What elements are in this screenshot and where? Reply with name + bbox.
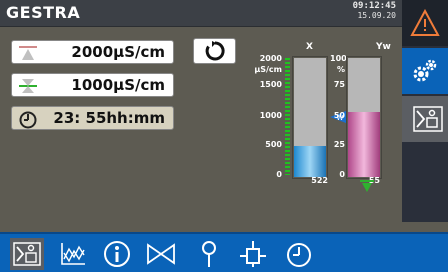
gauge-x-unit: µS/cm [254,65,282,74]
max-limit-icon [19,46,37,60]
valve-button[interactable] [144,238,178,270]
trend-icon [61,243,85,265]
timer-icon [19,111,37,129]
gauge-x-tick: 500 [265,140,282,149]
valve-indicator-icon [360,180,374,192]
operation-menu-button[interactable] [402,96,448,142]
settings-button[interactable] [402,48,448,94]
clock: 09:12:45 15.09.20 [352,1,396,21]
clock-time: 09:12:45 [352,1,396,11]
reset-button[interactable] [193,38,236,64]
gauge-y-fill [348,112,380,177]
operation-icon [13,242,41,266]
sensor-button[interactable] [236,238,270,270]
timer-button[interactable] [282,238,316,270]
info-button[interactable] [100,238,134,270]
gauge-x-title: X [306,42,313,52]
operation-button[interactable] [10,238,44,270]
bottom-toolbar [0,232,448,272]
gauge-y-tick: 50 [333,111,345,120]
gauge-y-tick: 0 [339,170,345,179]
trend-button[interactable] [56,238,90,270]
warning-triangle-icon [410,9,440,36]
right-panel [402,0,448,222]
sensor-icon [240,241,266,267]
interval-value: 23: 55hh:mm [53,109,165,127]
brand-logo: GESTRA [6,3,81,22]
clock-date: 15.09.20 [357,11,396,20]
info-icon [104,241,130,267]
probe-button[interactable] [192,238,226,270]
gauge-y-tick: 75 [333,80,345,89]
gauge-y-unit: % [336,65,345,74]
max-limit-field[interactable]: 2000µS/cm [11,40,174,64]
alarm-button[interactable] [402,0,448,46]
operation-menu-icon [413,106,443,132]
gauge-x-fill [294,146,326,177]
gauge-x-tick: 1500 [259,80,282,89]
min-limit-field[interactable]: 1000µS/cm [11,73,174,97]
gauge-y-title: Yw [376,42,391,52]
gauge-y-tick: 25 [333,140,345,149]
gauge-x-value: 522 [311,176,328,185]
screen: GESTRA 09:12:45 15.09.20 2000µS/cm 1000µ… [0,0,448,272]
reset-icon [205,41,225,61]
min-limit-icon [19,79,37,93]
gauge-x-tick: 1000 [259,111,282,120]
max-limit-value: 2000µS/cm [71,43,165,61]
min-limit-value: 1000µS/cm [71,76,165,94]
settings-gears-icon [413,59,437,82]
gauge-x-scale [285,58,290,175]
timer-icon [287,243,311,267]
header-bar: GESTRA 09:12:45 15.09.20 [0,0,402,27]
gauge-y-tick: 100 [330,54,347,63]
probe-icon [202,241,216,267]
gauge-x-tick: 2000 [259,54,282,63]
valve-icon [147,243,175,265]
gauge-x-tick: 0 [276,170,282,179]
interval-field[interactable]: 23: 55hh:mm [11,106,174,130]
